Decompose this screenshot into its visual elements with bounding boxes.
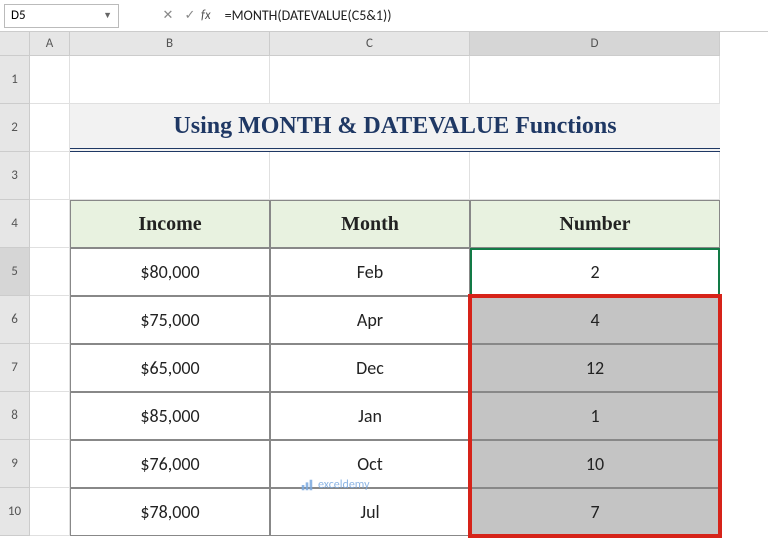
cell-a8[interactable] xyxy=(30,392,70,440)
row-header-6[interactable]: 6 xyxy=(0,296,30,344)
sheet-title[interactable]: Using MONTH & DATEVALUE Functions xyxy=(70,104,720,152)
cell-number-0[interactable]: 2 xyxy=(470,248,720,296)
header-number[interactable]: Number xyxy=(470,200,720,248)
cell-month-0[interactable]: Feb xyxy=(270,248,470,296)
formula-input[interactable]: =MONTH(DATEVALUE(C5&1)) xyxy=(219,7,768,24)
cell-income-5[interactable]: $78,000 xyxy=(70,488,270,536)
cell-number-2[interactable]: 12 xyxy=(470,344,720,392)
cell-month-5[interactable]: Jul xyxy=(270,488,470,536)
cell-a9[interactable] xyxy=(30,440,70,488)
col-header-d[interactable]: D xyxy=(470,32,720,56)
cell-a7[interactable] xyxy=(30,344,70,392)
cell-a10[interactable] xyxy=(30,488,70,536)
header-month[interactable]: Month xyxy=(270,200,470,248)
cell-month-2[interactable]: Dec xyxy=(270,344,470,392)
formula-bar: D5 ▼ ✕ ✓ fx =MONTH(DATEVALUE(C5&1)) xyxy=(0,0,768,32)
chart-icon xyxy=(300,478,314,492)
cell-a4[interactable] xyxy=(30,200,70,248)
cell-a5[interactable] xyxy=(30,248,70,296)
chevron-down-icon[interactable]: ▼ xyxy=(103,10,112,21)
row-header-10[interactable]: 10 xyxy=(0,488,30,536)
cell-income-2[interactable]: $65,000 xyxy=(70,344,270,392)
cell-number-5[interactable]: 7 xyxy=(470,488,720,536)
cell-d3[interactable] xyxy=(470,152,720,200)
col-header-b[interactable]: B xyxy=(70,32,270,56)
cell-a1[interactable] xyxy=(30,56,70,104)
name-box-value: D5 xyxy=(11,8,103,23)
name-box[interactable]: D5 ▼ xyxy=(4,4,119,28)
cell-a2[interactable] xyxy=(30,104,70,152)
row-header-2[interactable]: 2 xyxy=(0,104,30,152)
cell-number-1[interactable]: 4 xyxy=(470,296,720,344)
cell-number-4[interactable]: 10 xyxy=(470,440,720,488)
row-header-9[interactable]: 9 xyxy=(0,440,30,488)
cell-income-4[interactable]: $76,000 xyxy=(70,440,270,488)
accept-formula-icon[interactable]: ✓ xyxy=(179,8,201,23)
cell-b3[interactable] xyxy=(70,152,270,200)
row-header-4[interactable]: 4 xyxy=(0,200,30,248)
spreadsheet-grid: 1 2 3 4 5 6 7 8 9 10 A B C D xyxy=(0,32,768,536)
cell-income-0[interactable]: $80,000 xyxy=(70,248,270,296)
cell-c1[interactable] xyxy=(270,56,470,104)
cell-income-1[interactable]: $75,000 xyxy=(70,296,270,344)
row-header-1[interactable]: 1 xyxy=(0,56,30,104)
watermark: exceldemy xyxy=(300,478,370,492)
cell-a6[interactable] xyxy=(30,296,70,344)
cancel-formula-icon[interactable]: ✕ xyxy=(157,8,179,23)
cell-month-3[interactable]: Jan xyxy=(270,392,470,440)
cell-number-3[interactable]: 1 xyxy=(470,392,720,440)
cell-a3[interactable] xyxy=(30,152,70,200)
col-header-c[interactable]: C xyxy=(270,32,470,56)
row-header-8[interactable]: 8 xyxy=(0,392,30,440)
row-header-7[interactable]: 7 xyxy=(0,344,30,392)
cell-b1[interactable] xyxy=(70,56,270,104)
fx-icon[interactable]: fx xyxy=(201,8,211,23)
col-header-a[interactable]: A xyxy=(30,32,70,56)
row-header-5[interactable]: 5 xyxy=(0,248,30,296)
select-all-corner[interactable] xyxy=(0,32,30,56)
cell-month-1[interactable]: Apr xyxy=(270,296,470,344)
header-income[interactable]: Income xyxy=(70,200,270,248)
row-header-3[interactable]: 3 xyxy=(0,152,30,200)
cell-d1[interactable] xyxy=(470,56,720,104)
cell-c3[interactable] xyxy=(270,152,470,200)
watermark-text: exceldemy xyxy=(318,478,370,492)
cell-income-3[interactable]: $85,000 xyxy=(70,392,270,440)
